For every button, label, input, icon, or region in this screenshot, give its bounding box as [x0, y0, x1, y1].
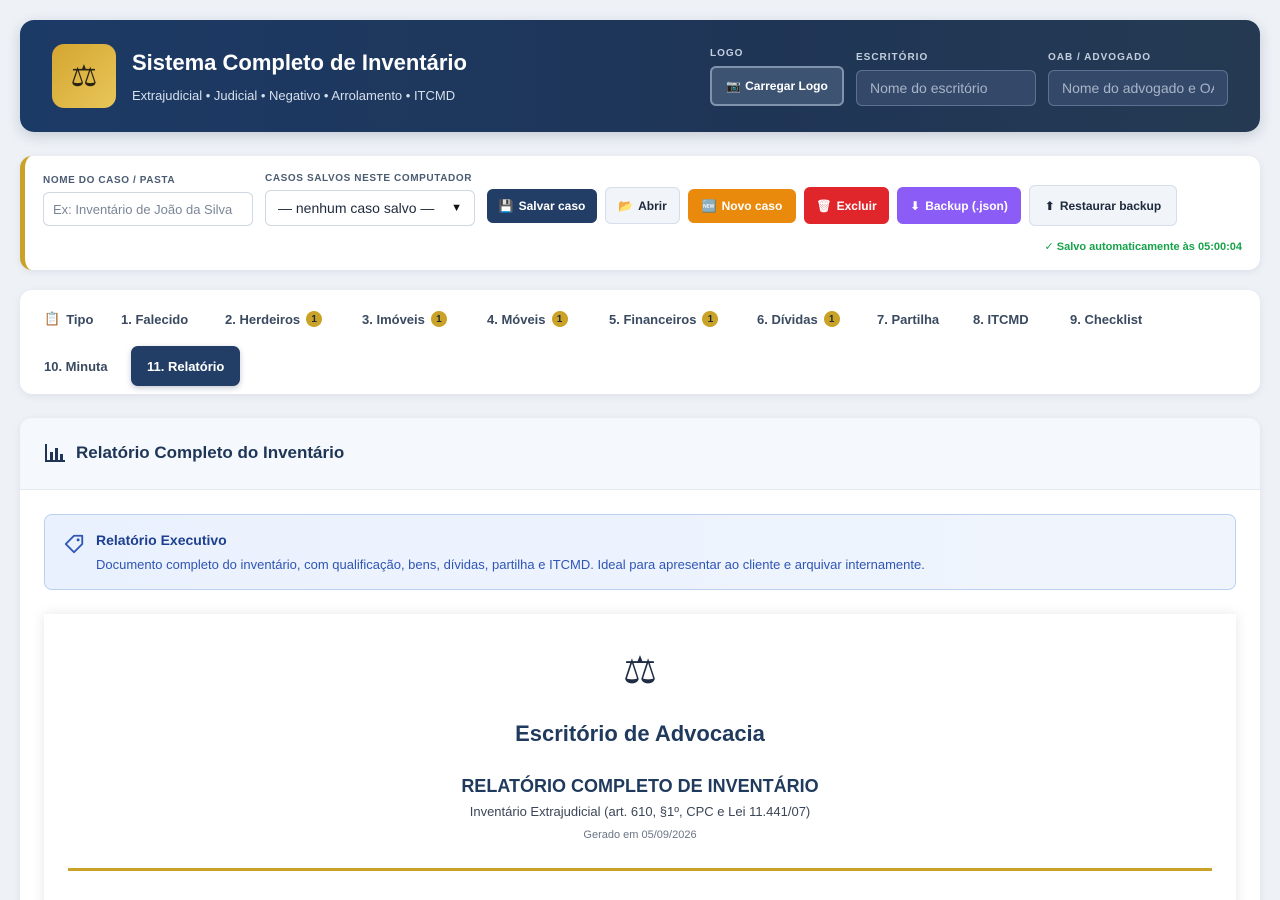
- chevron-down-icon: ▼: [451, 202, 462, 214]
- trash-icon: 🗑: [816, 198, 832, 213]
- tag-icon: [64, 534, 84, 554]
- panel-title: Relatório Completo do Inventário: [76, 443, 345, 462]
- restore-backup-label: Restaurar backup: [1059, 198, 1162, 213]
- save-case-button[interactable]: 💾 Salvar caso: [487, 189, 597, 223]
- tab-label: 9. Checklist: [1070, 311, 1143, 327]
- logo-label: LOGO: [710, 48, 744, 59]
- tab-label: 4. Móveis: [487, 311, 546, 327]
- tab-relatorio[interactable]: 11. Relatório: [131, 346, 241, 386]
- tab-minuta[interactable]: 10. Minuta: [28, 346, 124, 386]
- app-logo: ⚖: [52, 44, 116, 108]
- office-input[interactable]: [856, 70, 1036, 106]
- new-icon: 🆕: [701, 199, 717, 213]
- upload-logo-label: Carregar Logo: [745, 79, 828, 93]
- report-panel: Relatório Completo do Inventário Relatór…: [20, 418, 1260, 900]
- backup-label: Backup (.json): [925, 198, 1008, 213]
- upload-icon: ⬆: [1044, 198, 1055, 213]
- scales-icon: ⚖: [622, 648, 658, 692]
- tab-herdeiros[interactable]: 2. Herdeiros 1: [209, 299, 338, 339]
- count-badge: 1: [702, 311, 719, 327]
- tab-partilha[interactable]: 7. Partilha: [861, 299, 955, 339]
- divider: [68, 868, 1212, 871]
- info-description: Documento completo do inventário, com qu…: [96, 557, 925, 572]
- camera-icon: 📷: [726, 79, 742, 93]
- tab-moveis[interactable]: 4. Móveis 1: [471, 299, 584, 339]
- info-callout: Relatório Executivo Documento completo d…: [44, 514, 1236, 590]
- scales-icon: ⚖: [70, 58, 98, 94]
- tab-dividas[interactable]: 6. Dívidas 1: [741, 299, 856, 339]
- tab-label: 11. Relatório: [147, 358, 225, 374]
- tab-financeiros[interactable]: 5. Financeiros 1: [593, 299, 734, 339]
- report-title: RELATÓRIO COMPLETO DE INVENTÁRIO: [461, 776, 819, 796]
- open-case-button[interactable]: 📂 Abrir: [605, 187, 680, 224]
- save-icon: 💾: [498, 199, 514, 213]
- count-badge: 1: [306, 311, 323, 327]
- tab-label: 6. Dívidas: [757, 311, 818, 327]
- tab-label: 2. Herdeiros: [225, 311, 301, 327]
- delete-case-button[interactable]: 🗑 Excluir: [804, 187, 889, 224]
- report-subtitle: Inventário Extrajudicial (art. 610, §1º,…: [469, 804, 811, 819]
- autosave-status: ✓ Salvo automaticamente às 05:00:04: [1044, 241, 1242, 253]
- app-title: Sistema Completo de Inventário: [132, 50, 467, 75]
- oab-input[interactable]: [1048, 70, 1228, 106]
- report-office-name: Escritório de Advocacia: [515, 721, 765, 746]
- tab-label: 10. Minuta: [44, 358, 108, 374]
- count-badge: 1: [551, 311, 568, 327]
- new-case-button[interactable]: 🆕 Novo caso: [688, 189, 796, 223]
- upload-logo-button[interactable]: 📷 Carregar Logo: [710, 66, 844, 106]
- tab-bar: 📋 Tipo 1. Falecido 2. Herdeiros 1 3. Imó…: [20, 290, 1260, 394]
- tab-itcmd[interactable]: 8. ITCMD: [957, 299, 1045, 339]
- saved-cases-value: — nenhum caso salvo —: [278, 200, 435, 216]
- saved-cases-select[interactable]: — nenhum caso salvo — ▼: [265, 190, 475, 226]
- case-toolbar: NOME DO CASO / PASTA CASOS SALVOS NESTE …: [20, 156, 1260, 270]
- count-badge: 1: [823, 311, 840, 327]
- info-title: Relatório Executivo: [96, 532, 227, 548]
- restore-backup-button[interactable]: ⬆ Restaurar backup: [1029, 185, 1177, 226]
- case-name-input[interactable]: [43, 192, 253, 226]
- tab-falecido[interactable]: 1. Falecido: [105, 299, 204, 339]
- tab-label: 3. Imóveis: [362, 311, 425, 327]
- tab-imoveis[interactable]: 3. Imóveis 1: [346, 299, 463, 339]
- folder-icon: 📂: [618, 198, 634, 213]
- panel-header: Relatório Completo do Inventário: [20, 418, 1260, 490]
- tab-tipo[interactable]: 📋 Tipo: [28, 299, 109, 339]
- new-case-label: Novo caso: [721, 199, 783, 213]
- tab-label: 8. ITCMD: [973, 311, 1029, 327]
- backup-button[interactable]: ⬇ Backup (.json): [897, 187, 1021, 224]
- save-case-label: Salvar caso: [518, 199, 586, 213]
- tab-label: Tipo: [66, 311, 94, 327]
- oab-label: OAB / ADVOGADO: [1048, 52, 1152, 63]
- report-document: ⚖ Escritório de Advocacia RELATÓRIO COMP…: [44, 614, 1236, 900]
- clipboard-icon: 📋: [44, 311, 61, 326]
- case-name-label: NOME DO CASO / PASTA: [43, 175, 176, 186]
- bar-chart-icon: [45, 444, 65, 462]
- saved-cases-label: CASOS SALVOS NESTE COMPUTADOR: [265, 173, 473, 184]
- delete-case-label: Excluir: [836, 198, 877, 213]
- tab-label: 7. Partilha: [877, 311, 940, 327]
- tab-label: 5. Financeiros: [609, 311, 697, 327]
- open-case-label: Abrir: [638, 198, 667, 213]
- tab-checklist[interactable]: 9. Checklist: [1054, 299, 1158, 339]
- app-subtitle: Extrajudicial • Judicial • Negativo • Ar…: [132, 88, 456, 103]
- count-badge: 1: [430, 311, 447, 327]
- download-icon: ⬇: [910, 198, 921, 213]
- office-label: ESCRITÓRIO: [856, 52, 929, 63]
- tab-label: 1. Falecido: [121, 311, 189, 327]
- report-generated-date: Gerado em 05/09/2026: [583, 829, 697, 841]
- app-header: ⚖ Sistema Completo de Inventário Extraju…: [20, 20, 1260, 132]
